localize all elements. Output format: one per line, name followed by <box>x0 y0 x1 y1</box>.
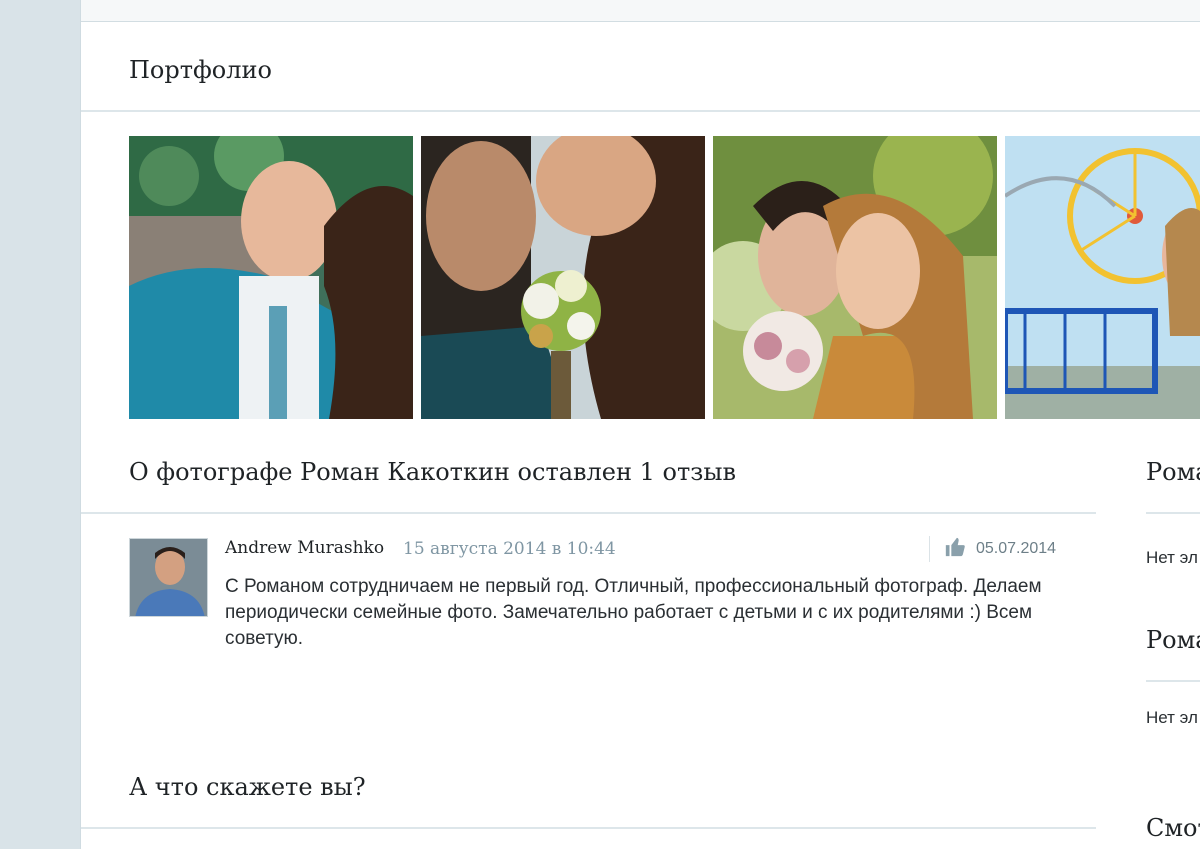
review-text: С Романом сотрудничаем не первый год. От… <box>225 576 1042 649</box>
sidebar-block-3-title: Смот <box>1146 814 1200 842</box>
photo-ferris-wheel <box>1005 136 1200 419</box>
photo-couple-bouquet <box>421 136 705 419</box>
main-panel: Портфолио О фотографе Роман Какоткин ост… <box>80 0 1200 849</box>
portfolio-gallery <box>129 136 1200 419</box>
sidebar-block-2-title: Рома <box>1146 626 1200 654</box>
like-date: 05.07.2014 <box>976 540 1057 557</box>
avatar[interactable] <box>129 538 208 617</box>
sidebar-block-1-text: Нет эл <box>1146 548 1198 567</box>
divider <box>81 512 1096 514</box>
avatar-photo <box>130 539 207 616</box>
review-date: 15 августа 2014 в 10:44 <box>403 539 616 559</box>
divider <box>1146 512 1200 514</box>
feedback-heading: А что скажете вы? <box>129 773 366 801</box>
review-author[interactable]: Andrew Murashko <box>225 538 384 558</box>
photo-couple-garden <box>129 136 413 419</box>
sidebar-block-1-title: Рома <box>1146 458 1200 486</box>
portfolio-photo-2[interactable] <box>421 136 705 419</box>
divider <box>81 110 1200 112</box>
sidebar-block-2-text: Нет эл <box>1146 708 1198 727</box>
portfolio-title: Портфолио <box>129 56 272 84</box>
portfolio-photo-1[interactable] <box>129 136 413 419</box>
photo-couple-sunlight <box>713 136 997 419</box>
top-bar <box>81 0 1200 22</box>
thumbs-up-icon[interactable] <box>944 536 966 562</box>
divider <box>1146 680 1200 682</box>
like-block: 05.07.2014 <box>929 536 1056 562</box>
reviews-heading: О фотографе Роман Какоткин оставлен 1 от… <box>129 458 736 486</box>
divider <box>81 827 1096 829</box>
portfolio-photo-4[interactable] <box>1005 136 1200 419</box>
portfolio-photo-3[interactable] <box>713 136 997 419</box>
